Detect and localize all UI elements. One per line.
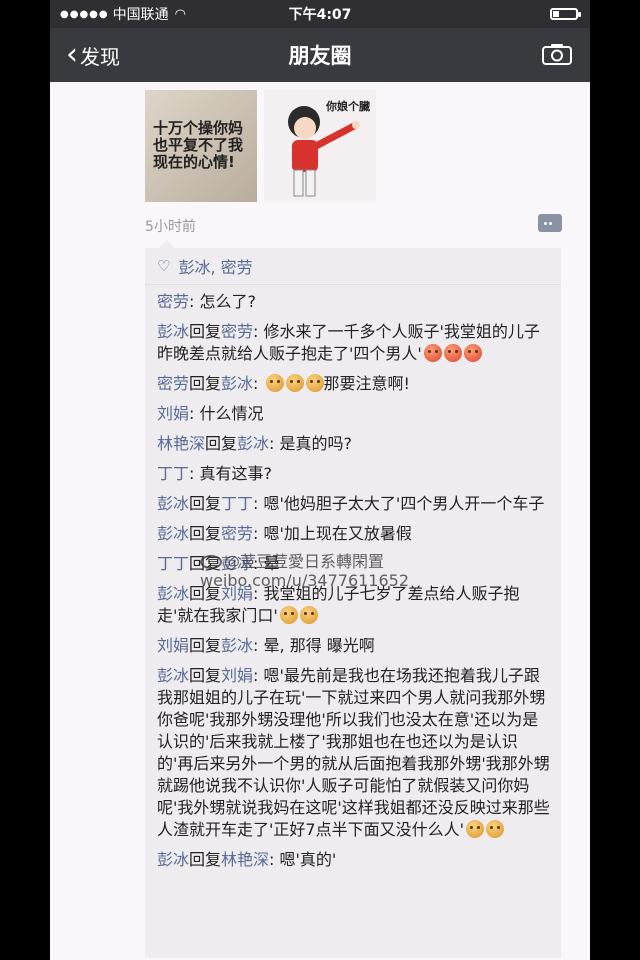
comment-item[interactable]: 密劳: 怎么了? [157,291,551,313]
comment-item[interactable]: 密劳回复彭冰: 那要注意啊! [157,373,551,395]
comment-text: : 嗯'他妈胆子太大了'四个男人开一个车子 [253,494,545,513]
phone-screen: ●●●●● 中国联通 ◠ 下午4:07 ‹ 发现 朋友圈 十万个操你妈也平复不了… [50,0,590,960]
reply-word: 回复 [189,666,222,685]
moments-content: 十万个操你妈也平复不了我现在的心情! 你娘个臓 5小时前 ♡ 彭冰, 密劳 密劳… [50,82,590,960]
comment-author[interactable]: 密劳 [157,292,189,311]
post-image-2-caption: 你娘个臓 [326,100,370,113]
reply-target[interactable]: 彭冰 [221,636,253,655]
reply-word: 回复 [189,494,222,513]
comment-text: : 晕, 那得 曝光啊 [253,636,375,655]
comment-text-after: 那要注意啊! [323,374,410,393]
back-button[interactable]: ‹ 发现 [50,40,120,70]
dizzy-emoji-icon [299,606,318,624]
weibo-eye-icon [200,555,222,569]
reply-word: 回复 [189,850,222,869]
comment-author[interactable]: 丁丁 [157,554,189,573]
heart-icon: ♡ [157,257,171,275]
reply-word: 回复 [205,434,238,453]
post-image-2[interactable]: 你娘个臓 [264,90,376,202]
comment-author[interactable]: 彭冰 [157,666,189,685]
comment-text: : 怎么了? [189,292,256,311]
angry-emoji-icon [463,344,482,362]
comment-item[interactable]: 丁丁: 真有这事? [157,463,551,485]
comment-author[interactable]: 刘娟 [157,404,189,423]
comments-box: ♡ 彭冰, 密劳 密劳: 怎么了? 彭冰回复密劳: 修水来了一千多个人贩子'我堂姐… [145,240,561,958]
page-title: 朋友圈 [288,44,352,68]
post-time: 5小时前 [145,219,196,235]
status-bar: ●●●●● 中国联通 ◠ 下午4:07 [50,0,590,28]
comment-author[interactable]: 刘娟 [157,636,189,655]
comment-text: : 嗯'加上现在又放暑假 [253,524,412,543]
comment-item[interactable]: 刘娟: 什么情况 [157,403,551,425]
angry-emoji-icon [443,344,462,362]
surprised-emoji-icon [305,374,324,392]
likes-row: ♡ 彭冰, 密劳 [145,248,561,285]
comment-text: : 嗯'最先前是我也在场我还抱着我儿子跟我那姐姐的儿子在玩'一下就过来四个男人就… [157,666,550,839]
comment-text: : 真有这事? [189,464,272,483]
status-time: 下午4:07 [288,7,352,23]
comment-author[interactable]: 丁丁 [157,464,189,483]
reply-word: 回复 [189,322,222,341]
angry-emoji-icon [423,344,442,362]
sad-emoji-icon [465,820,484,838]
comment-author[interactable]: 彭冰 [157,850,189,869]
comment-item[interactable]: 刘娟回复彭冰: 晕, 那得 曝光啊 [157,635,551,657]
comment-author[interactable]: 彭冰 [157,494,189,513]
screenshot-frame: ●●●●● 中国联通 ◠ 下午4:07 ‹ 发现 朋友圈 十万个操你妈也平复不了… [0,0,640,960]
comment-text: : 是真的吗? [269,434,353,453]
comment-item[interactable]: 彭冰回复密劳: 嗯'加上现在又放暑假 [157,523,551,545]
reply-target[interactable]: 丁丁 [221,494,253,513]
surprised-emoji-icon [285,374,304,392]
reply-target[interactable]: 彭冰 [221,374,253,393]
reply-target[interactable]: 林艳深 [221,850,269,869]
likes-names[interactable]: 彭冰, 密劳 [178,254,252,278]
comment-text: : 什么情况 [189,404,264,423]
comment-author[interactable]: 林艳深 [157,434,205,453]
back-label: 发现 [80,44,120,69]
comment-author[interactable]: 彭冰 [157,524,189,543]
nav-bar: ‹ 发现 朋友圈 [50,28,590,82]
comment-item[interactable]: 林艳深回复彭冰: 是真的吗? [157,433,551,455]
sad-emoji-icon [485,820,504,838]
post-image-1-text: 十万个操你妈也平复不了我现在的心情! [153,119,244,171]
comment-item[interactable]: 彭冰回复丁丁: 嗯'他妈胆子太大了'四个男人开一个车子 [157,493,551,515]
reply-target[interactable]: 密劳 [221,524,253,543]
comment-menu-button[interactable] [538,214,562,232]
reply-target[interactable]: 密劳 [221,322,253,341]
battery-icon [550,8,581,20]
watermark-line-1: @荳豆荳愛日系轉閑置 [224,552,385,571]
comment-item[interactable]: 彭冰回复林艳深: 嗯'真的' [157,849,551,871]
watermark-line-2: weibo.com/u/3477611652 [200,571,410,590]
comment-author[interactable]: 彭冰 [157,584,189,603]
post-image-1[interactable]: 十万个操你妈也平复不了我现在的心情! [145,90,257,202]
comment-text: : [253,374,264,393]
dizzy-emoji-icon [279,606,298,624]
comment-author[interactable]: 密劳 [157,374,189,393]
reply-word: 回复 [189,524,222,543]
reply-word: 回复 [189,374,222,393]
chevron-left-icon: ‹ [66,37,78,72]
reply-word: 回复 [189,636,222,655]
comment-item[interactable]: 彭冰回复密劳: 修水来了一千多个人贩子'我堂姐的儿子昨晚差点就给人贩子抱走了'四… [157,321,551,365]
reply-target[interactable]: 刘娟 [221,666,253,685]
reply-target[interactable]: 彭冰 [237,434,269,453]
camera-icon[interactable] [542,43,572,65]
comment-author[interactable]: 彭冰 [157,322,189,341]
watermark: @荳豆荳愛日系轉閑置 weibo.com/u/3477611652 [200,552,409,590]
comment-item[interactable]: 彭冰回复刘娟: 嗯'最先前是我也在场我还抱着我儿子跟我那姐姐的儿子在玩'一下就过… [157,665,551,841]
surprised-emoji-icon [265,374,284,392]
comment-text: : 嗯'真的' [269,850,337,869]
